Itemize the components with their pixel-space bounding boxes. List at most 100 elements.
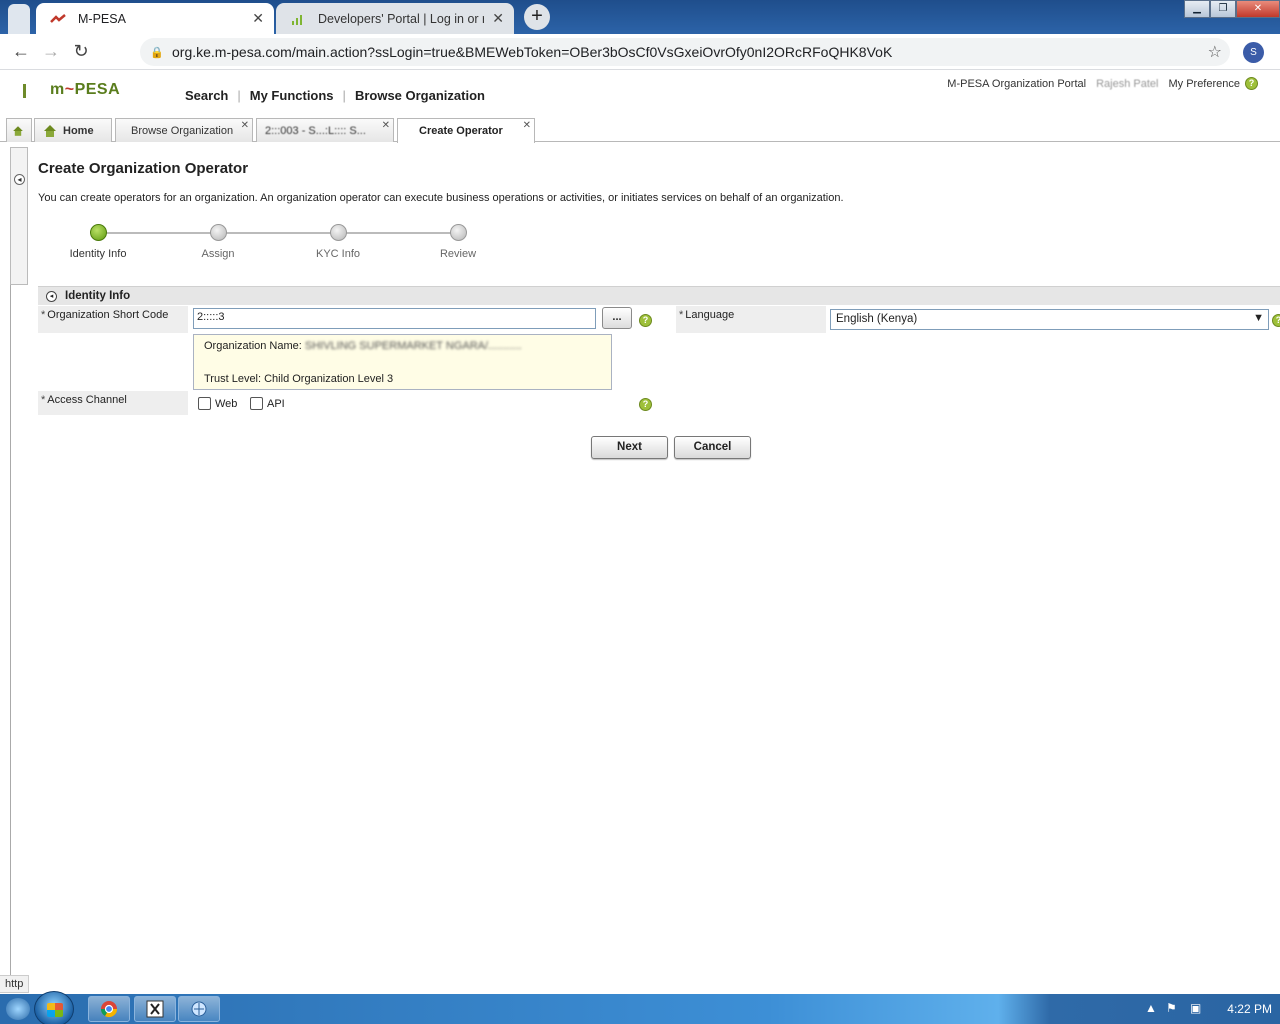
start-button[interactable]: [34, 991, 74, 1024]
cancel-button[interactable]: Cancel: [674, 436, 751, 459]
organization-name: Organization Name: SHIVLING SUPERMARKET …: [204, 340, 522, 352]
home-icon: [43, 124, 57, 137]
tray-expand-icon[interactable]: ▲: [1145, 1001, 1157, 1015]
url-text: org.ke.m-pesa.com/main.action?ssLogin=tr…: [172, 44, 893, 60]
chevron-down-icon: ▼: [1253, 312, 1264, 324]
network-tray-icon[interactable]: ▣: [1190, 1001, 1201, 1015]
address-bar[interactable]: 🔒 org.ke.m-pesa.com/main.action?ssLogin=…: [140, 38, 1230, 66]
help-icon[interactable]: ?: [1245, 77, 1258, 90]
left-divider: [10, 285, 11, 975]
windows-taskbar: ▲ ⚑ ▣ 4:22 PM: [0, 991, 1280, 1024]
checkbox-label: API: [267, 397, 285, 410]
language-selected-value: English (Kenya): [836, 313, 918, 325]
expand-panel-icon[interactable]: ◂: [14, 174, 25, 185]
tab-label: Create Operator: [419, 125, 503, 137]
browser-tab-developers-portal[interactable]: Developers' Portal | Log in or reg ✕: [276, 3, 514, 34]
chrome-taskbar-icon[interactable]: [88, 996, 130, 1022]
browser-tab-mpesa[interactable]: M-PESA ✕: [36, 3, 274, 34]
step-dot-icon: [89, 224, 107, 241]
wizard-step-assign: Assign: [158, 222, 278, 260]
signal-bars-icon: [290, 11, 306, 27]
portal-links: M-PESA Organization Portal Rajesh Patel …: [947, 77, 1258, 90]
step-label: Identity Info: [69, 248, 127, 260]
step-label: Review: [439, 248, 477, 260]
new-tab-button[interactable]: +: [524, 4, 550, 30]
tab-label: Browse Organization: [131, 124, 234, 137]
excel-taskbar-icon[interactable]: [134, 996, 176, 1022]
step-dot-icon: [329, 224, 347, 241]
maximize-icon[interactable]: ❐: [1210, 0, 1236, 18]
organization-info-box: Organization Name: SHIVLING SUPERMARKET …: [193, 334, 612, 390]
pinned-tab-edge[interactable]: [8, 4, 30, 34]
help-icon[interactable]: ?: [639, 314, 652, 327]
taskbar-clock[interactable]: 4:22 PM: [1227, 1002, 1272, 1016]
app-tab-bar: Home Browse Organization ✕ 2:::003 - S..…: [0, 116, 1280, 143]
short-code-label: * Organization Short Code: [38, 306, 188, 333]
collapse-section-icon[interactable]: ◂: [46, 290, 57, 302]
help-icon[interactable]: ?: [639, 398, 652, 411]
windows-logo-icon: [47, 1003, 63, 1017]
reload-icon[interactable]: ↻: [66, 41, 96, 62]
checkbox-box[interactable]: [250, 397, 263, 410]
mpesa-logo: m~PESA: [50, 81, 121, 98]
wizard-step-kyc-info: KYC Info: [278, 222, 398, 260]
identity-info-section-header[interactable]: ◂ Identity Info: [38, 286, 1280, 305]
browser-tab-title: M-PESA: [78, 11, 126, 26]
lookup-organization-button[interactable]: ...: [602, 307, 632, 329]
close-tab-icon[interactable]: ✕: [492, 10, 504, 27]
browser-tab-title: Developers' Portal | Log in or reg: [318, 11, 485, 26]
step-label: Assign: [201, 248, 235, 260]
close-tab-icon[interactable]: ✕: [252, 10, 264, 27]
organization-short-code-input[interactable]: 2:::::3: [193, 308, 596, 329]
close-tab-icon[interactable]: ✕: [382, 120, 390, 131]
required-mark: *: [41, 309, 46, 321]
web-channel-checkbox[interactable]: Web: [198, 397, 237, 410]
next-button[interactable]: Next: [591, 436, 668, 459]
my-preference-link[interactable]: My Preference: [1168, 78, 1240, 90]
browser-toolbar: ← → ↻ 🔒 org.ke.m-pesa.com/main.action?ss…: [0, 34, 1280, 70]
language-select[interactable]: English (Kenya) ▼: [830, 309, 1269, 330]
home-icon: [12, 125, 23, 136]
wizard-step-review: Review: [398, 222, 518, 260]
tab-browse-organization[interactable]: Browse Organization ✕: [115, 118, 253, 142]
bookmark-star-icon[interactable]: ☆: [1208, 42, 1222, 62]
nav-search[interactable]: Search: [185, 88, 228, 103]
step-dot-icon: [209, 224, 227, 241]
main-navigation: Search | My Functions | Browse Organizat…: [185, 88, 485, 103]
mpesa-favicon-icon: [50, 11, 66, 27]
back-arrow-icon[interactable]: ←: [6, 41, 36, 62]
user-name: Rajesh Patel: [1096, 77, 1159, 90]
wizard-step-identity-info: Identity Info: [38, 222, 158, 260]
close-window-icon[interactable]: ✕: [1236, 0, 1280, 18]
browser-status-bar: http: [0, 975, 30, 993]
step-dot-icon: [449, 224, 467, 241]
page-description: You can create operators for an organiza…: [38, 192, 844, 204]
close-tab-icon[interactable]: ✕: [241, 120, 249, 131]
close-tab-icon[interactable]: ✕: [523, 120, 531, 131]
forward-arrow-icon[interactable]: →: [36, 41, 66, 62]
wizard-progress: Identity Info Assign KYC Info Review: [38, 222, 498, 270]
checkbox-box[interactable]: [198, 397, 211, 410]
help-icon[interactable]: ?: [1272, 314, 1280, 327]
tab-home[interactable]: Home: [34, 118, 112, 142]
nav-my-functions[interactable]: My Functions: [250, 88, 334, 103]
nav-browse-organization[interactable]: Browse Organization: [355, 88, 485, 103]
tab-label: Home: [63, 124, 94, 137]
left-collapsed-panel: ◂: [10, 147, 28, 285]
browser-tab-strip: M-PESA ✕ Developers' Portal | Log in or …: [0, 0, 1280, 34]
tab-organization-detail[interactable]: 2:::003 - S...:L:::: S... ✕: [256, 118, 394, 142]
header-accent-bar: [23, 84, 26, 98]
tab-scroll-left[interactable]: [6, 118, 32, 142]
profile-avatar[interactable]: S: [1243, 42, 1264, 63]
api-channel-checkbox[interactable]: API: [250, 397, 285, 410]
trust-level: Trust Level: Child Organization Level 3: [204, 373, 394, 385]
tab-create-operator[interactable]: Create Operator ✕: [397, 118, 535, 143]
minimize-icon[interactable]: ▁: [1184, 0, 1210, 18]
language-label: * Language: [676, 306, 826, 333]
network-taskbar-icon[interactable]: [178, 996, 220, 1022]
step-label: KYC Info: [315, 248, 361, 260]
show-start-icon[interactable]: [6, 998, 30, 1020]
window-controls: ▁ ❐ ✕: [1184, 0, 1280, 18]
portal-name: M-PESA Organization Portal: [947, 77, 1087, 90]
flag-tray-icon[interactable]: ⚑: [1166, 1001, 1177, 1015]
